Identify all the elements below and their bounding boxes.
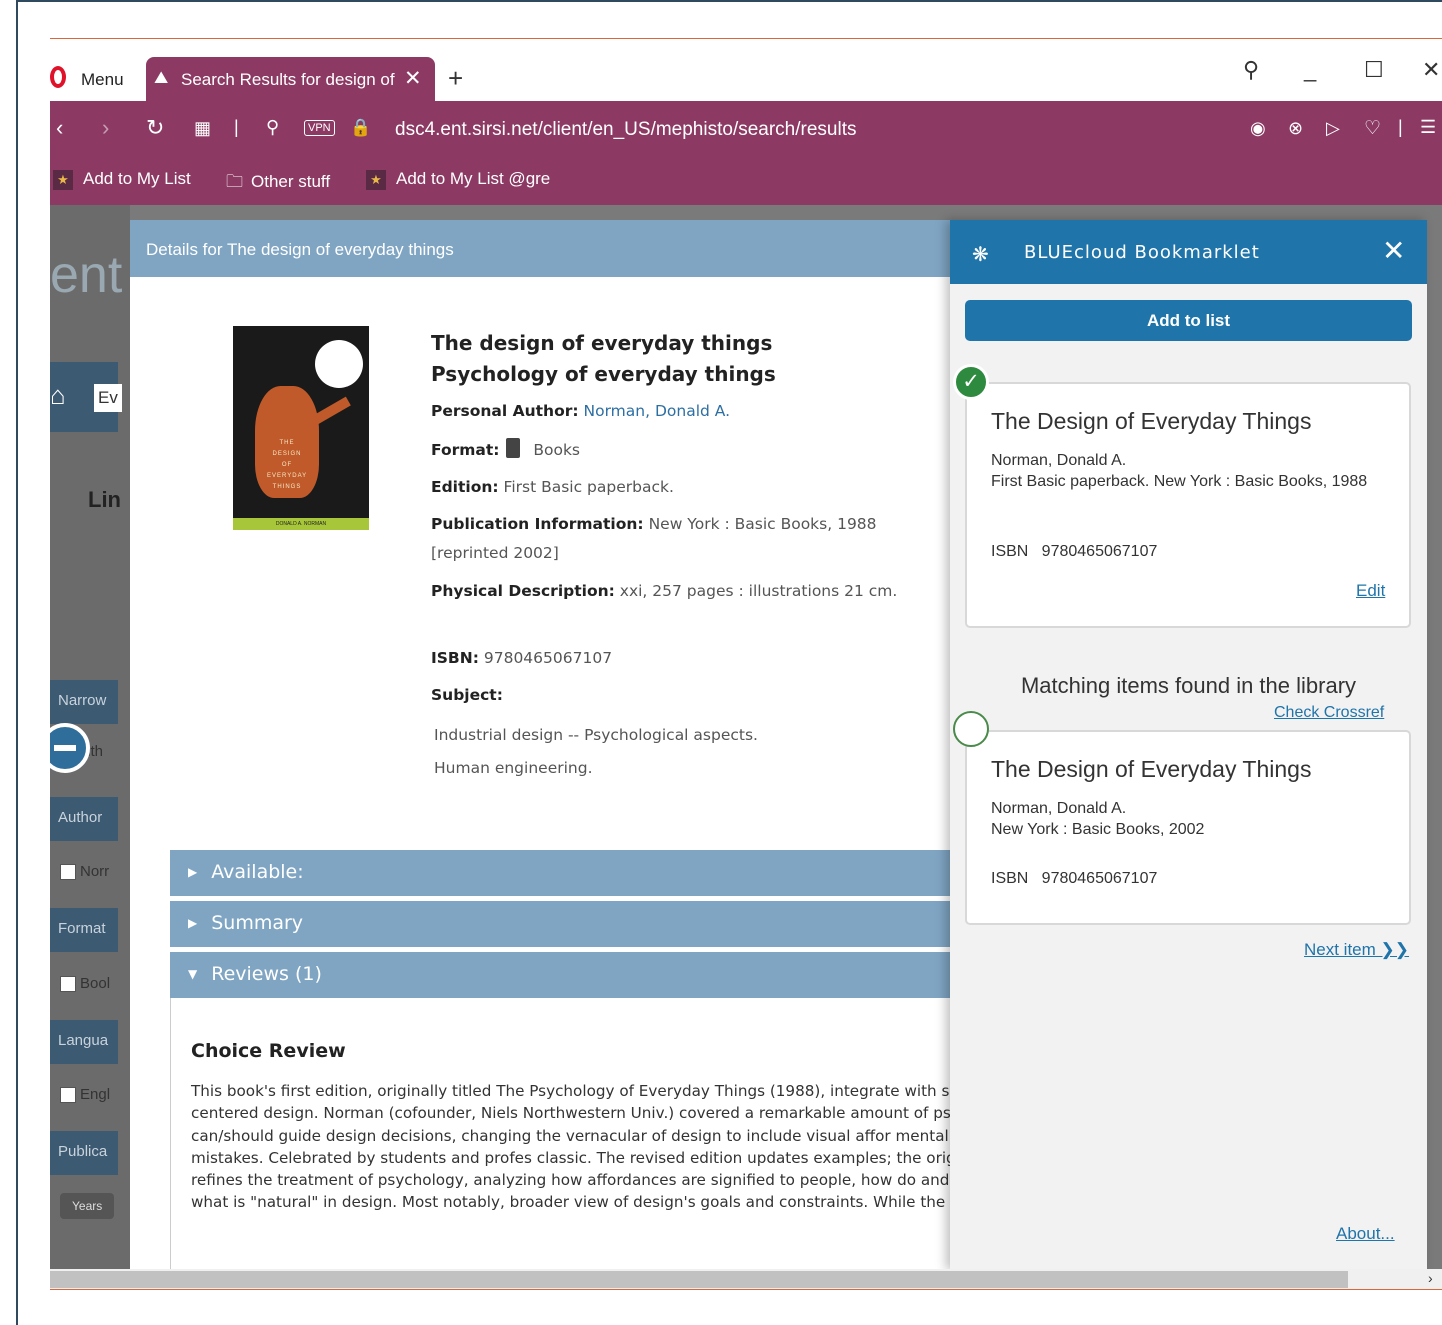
back-icon[interactable]: ‹ — [56, 115, 63, 141]
cover-author-band: DONALD A. NORMAN — [233, 518, 369, 530]
cover-stamp — [315, 340, 363, 388]
match-card-publication: New York : Basic Books, 2002 — [991, 821, 1205, 838]
facet-check-language[interactable]: Engl — [60, 1086, 110, 1104]
bookmark-star-icon: ★ — [366, 169, 386, 190]
caret-right-icon: ▶ — [188, 916, 198, 930]
background-search-input[interactable]: Ev — [94, 384, 122, 412]
source-record-card[interactable]: The Design of Everyday Things Norman, Do… — [965, 382, 1411, 628]
field-physical: Physical Description: xxi, 257 pages : i… — [431, 582, 898, 600]
new-tab-button[interactable]: + — [448, 63, 463, 94]
tab-search-results[interactable]: ⛰ Search Results for design of everyday … — [146, 57, 435, 101]
minimize-icon[interactable]: _ — [1304, 57, 1316, 83]
add-to-list-button[interactable]: Add to list — [965, 300, 1412, 341]
bookmark-add-to-my-list[interactable]: ★ Add to My List — [53, 169, 191, 190]
bookmarklet-panel: ❋ BLUEcloud Bookmarklet ✕ Add to list Th… — [950, 220, 1427, 1270]
bookmarklet-close-icon[interactable]: ✕ — [1382, 234, 1405, 267]
bookmarklet-title: BLUEcloud Bookmarklet — [1024, 242, 1260, 263]
review-heading: Choice Review — [191, 1040, 346, 1062]
vpn-badge[interactable]: VPN — [304, 120, 335, 136]
book-title: The design of everyday things Psychology… — [431, 328, 776, 390]
cover-title-text: THE DESIGN OF EVERYDAY THINGS — [267, 440, 308, 490]
reload-icon[interactable]: ↻ — [146, 115, 164, 141]
horizontal-scrollbar[interactable]: › — [50, 1269, 1442, 1289]
source-card-author: Norman, Donald A. — [991, 452, 1127, 469]
field-edition: Edition: First Basic paperback. — [431, 478, 674, 496]
speed-dial-icon[interactable]: ▦ — [194, 118, 211, 139]
caret-right-icon: ▶ — [188, 865, 198, 879]
field-subject: Subject: — [431, 686, 503, 704]
separator-icon: | — [234, 117, 239, 137]
background-limit-heading: Lin — [88, 487, 121, 512]
facet-author[interactable]: Author — [50, 797, 118, 841]
field-format: Format: Books — [431, 436, 901, 465]
subject-link[interactable]: Industrial design -- Psychological aspec… — [434, 726, 758, 744]
home-icon[interactable]: ⌂ — [50, 380, 66, 411]
opera-menu-button[interactable]: Menu — [81, 70, 124, 90]
author-link[interactable]: Norman, Donald A. — [584, 402, 731, 420]
scrollbar-thumb[interactable] — [50, 1271, 1348, 1288]
incognito-icon: ⛰ — [154, 68, 169, 87]
facet-language[interactable]: Langua — [50, 1020, 118, 1064]
browser-window: Menu ⛰ Search Results for design of ever… — [50, 38, 1442, 1290]
caret-down-icon: ▼ — [188, 967, 198, 981]
window-close-icon[interactable]: ✕ — [1422, 57, 1440, 83]
tab-close-icon[interactable]: ✕ — [404, 66, 422, 91]
title-line-2: Psychology of everyday things — [431, 362, 776, 386]
separator-icon: | — [1398, 117, 1403, 137]
send-icon[interactable]: ▷ — [1326, 118, 1340, 139]
cover-author-text: DONALD A. NORMAN — [275, 521, 327, 527]
tracker-blocker-icon[interactable]: ⊗ — [1288, 118, 1303, 139]
facet-check-author[interactable]: Norr — [60, 863, 109, 881]
address-bar: ‹ › ↻ ▦ | ⚲ VPN 🔒 dsc4.ent.sirsi.net/cli… — [50, 101, 1442, 157]
edit-link[interactable]: Edit — [1356, 581, 1385, 601]
check-crossref-link[interactable]: Check Crossref — [1274, 704, 1384, 722]
search-icon[interactable]: ⚲ — [266, 117, 279, 138]
facet-check-format[interactable]: Bool — [60, 975, 110, 993]
tab-bar: Menu ⛰ Search Results for design of ever… — [50, 39, 1442, 101]
background-logo: ent — [50, 246, 123, 304]
matching-heading: Matching items found in the library — [1020, 673, 1357, 698]
book-format-icon — [506, 438, 521, 458]
facet-publication[interactable]: Publica — [50, 1131, 118, 1175]
bluecloud-logo-icon: ❋ — [972, 244, 989, 266]
background-home-bar: ⌂ Ev — [50, 362, 122, 432]
field-isbn: ISBN: 9780465067107 — [431, 649, 613, 667]
source-card-publication: First Basic paperback. New York : Basic … — [991, 473, 1368, 490]
about-link[interactable]: About... — [1336, 1224, 1395, 1244]
heart-icon[interactable]: ♡ — [1364, 117, 1381, 140]
bookmarklet-header: ❋ BLUEcloud Bookmarklet ✕ — [950, 220, 1427, 284]
match-record-card[interactable]: The Design of Everyday Things Norman, Do… — [965, 730, 1411, 925]
match-card-title: The Design of Everyday Things — [991, 756, 1312, 782]
selected-check-icon[interactable]: ✓ — [953, 364, 989, 400]
folder-icon: 🗀 — [226, 172, 243, 191]
facet-format[interactable]: Format — [50, 908, 118, 952]
snapshot-icon[interactable]: ◉ — [1250, 118, 1266, 139]
field-author: Personal Author: Norman, Donald A. — [431, 402, 731, 420]
source-card-title: The Design of Everyday Things — [991, 408, 1312, 434]
bookmark-folder-other-stuff[interactable]: 🗀 Other stuff — [226, 169, 330, 198]
easy-setup-icon[interactable]: ☰ — [1420, 117, 1436, 138]
lock-icon[interactable]: 🔒 — [350, 118, 371, 138]
book-cover-image[interactable]: THE DESIGN OF EVERYDAY THINGS DONALD A. … — [233, 326, 369, 530]
search-tabs-icon[interactable]: ⚲ — [1243, 57, 1259, 83]
match-card-isbn: ISBN 9780465067107 — [991, 870, 1158, 887]
bookmark-star-icon: ★ — [53, 169, 73, 190]
url-input[interactable]: dsc4.ent.sirsi.net/client/en_US/mephisto… — [395, 119, 857, 141]
subject-link[interactable]: Human engineering. — [434, 759, 593, 777]
tab-title: Search Results for design of everyday th… — [181, 70, 395, 89]
facet-narrow[interactable]: Narrow — [50, 680, 118, 724]
next-item-link[interactable]: Next item ❯❯ — [1304, 940, 1409, 960]
maximize-icon[interactable]: ☐ — [1364, 57, 1384, 83]
bookmark-add-to-my-list-gre[interactable]: ★ Add to My List @gre — [366, 169, 550, 190]
opera-logo-icon[interactable] — [50, 66, 66, 88]
unselected-radio-icon[interactable] — [953, 711, 989, 747]
scroll-right-icon[interactable]: › — [1428, 1270, 1433, 1286]
source-card-isbn: ISBN 9780465067107 — [991, 543, 1158, 560]
forward-icon[interactable]: › — [102, 115, 109, 141]
bookmark-bar: ★ Add to My List 🗀 Other stuff ★ Add to My … — [50, 157, 1442, 205]
years-button[interactable]: Years — [60, 1193, 115, 1219]
field-publication: Publication Information: New York : Basi… — [431, 515, 877, 562]
match-card-author: Norman, Donald A. — [991, 800, 1127, 817]
title-line-1: The design of everyday things — [431, 331, 773, 355]
